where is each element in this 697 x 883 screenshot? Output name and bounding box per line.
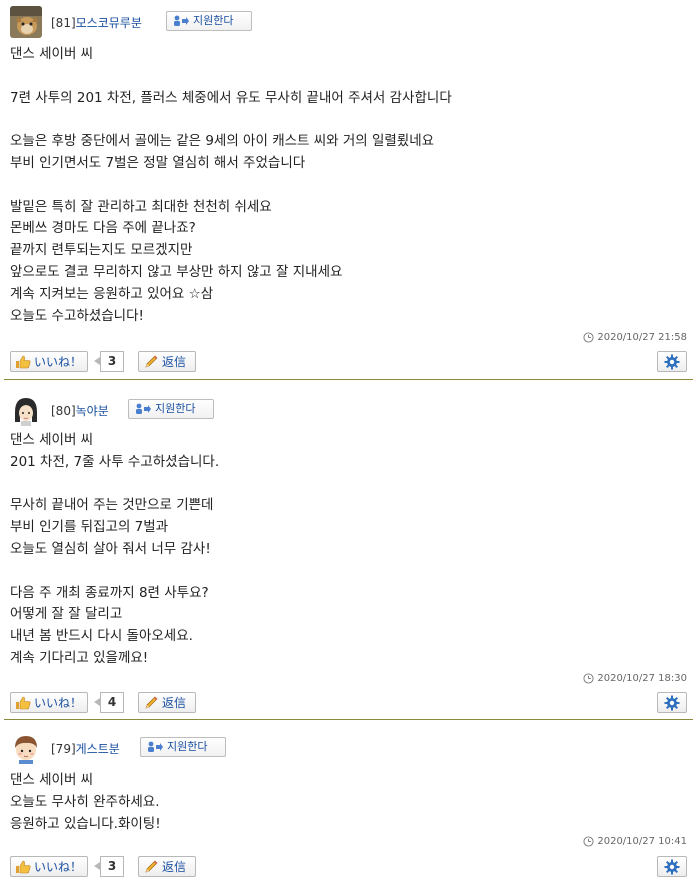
post-actions: いいね！ 4 返信: [10, 692, 687, 714]
author-name[interactable]: 게스트분: [76, 742, 120, 756]
pencil-icon: [145, 696, 158, 709]
like-label: いいね！: [34, 860, 83, 874]
comment-line: [10, 109, 670, 131]
timestamp-text: 2020/10/27 10:41: [597, 836, 687, 847]
clock-icon: [583, 673, 594, 684]
reply-label: 返信: [162, 355, 187, 369]
thumbs-up-icon: [16, 696, 31, 709]
support-button[interactable]: 지원한다: [140, 737, 226, 757]
support-button[interactable]: 지원한다: [166, 11, 252, 31]
comment-line: 다음 주 개최 종료까지 8련 사투요?: [10, 584, 209, 601]
thumbs-up-icon: [16, 355, 31, 368]
author-name[interactable]: 녹야분: [76, 404, 109, 418]
comment-line: 어떻게 잘 잘 달리고: [10, 606, 123, 623]
reply-button[interactable]: 返信: [138, 692, 196, 713]
timestamp-text: 2020/10/27 21:58: [597, 332, 687, 343]
post-number: [81]: [51, 16, 76, 30]
comment-line: 끝까지 련투되는지도 모르겠지만: [10, 242, 193, 259]
support-person-arrow-icon: [174, 15, 189, 26]
reply-button[interactable]: 返信: [138, 856, 196, 877]
gear-icon: [664, 354, 680, 369]
comment-line: [10, 66, 670, 88]
comment-line: 오늘은 후방 중단에서 골에는 같은 9세의 아이 캐스트 씨와 거의 일렬룄네…: [10, 133, 435, 150]
comment-line: [10, 561, 670, 583]
comment-line: 몬베쓰 경마도 다음 주에 끝나죠?: [10, 220, 196, 237]
comment-line: 앞으로도 결코 무리하지 않고 부상만 하지 않고 잘 지내세요: [10, 263, 343, 280]
author-info: [79]게스트분: [51, 740, 120, 757]
post-actions: いいね！ 3 返信: [10, 856, 687, 878]
comment-line: [10, 175, 670, 197]
gear-icon: [664, 695, 680, 710]
settings-button[interactable]: [657, 692, 687, 713]
comment-line: 오늘도 수고하셨습니다!: [10, 307, 144, 324]
avatar[interactable]: [10, 732, 42, 764]
comment-line: 201 차전, 7줄 사투 수고하셨습니다.: [10, 453, 220, 470]
comment-line: 발밑은 특히 잘 관리하고 최대한 천천히 쉬세요: [10, 198, 272, 215]
timestamp: 2020/10/27 18:30: [583, 673, 687, 684]
thumbs-up-icon: [16, 860, 31, 873]
comment-body: 댄스 세이버 씨 7련 사투의 201 차전, 플러스 체중에서 유도 무사히 …: [10, 44, 670, 327]
comment-line: 계속 기다리고 있을께요!: [10, 649, 149, 666]
settings-button[interactable]: [657, 351, 687, 372]
comment-line: 7련 사투의 201 차전, 플러스 체중에서 유도 무사히 끝내어 주셔서 감…: [10, 89, 452, 106]
comment-line: 부비 인기면서도 7벌은 정말 열심히 해서 주었습니다: [10, 154, 306, 171]
comment-line: 댄스 세이버 씨: [10, 46, 94, 62]
support-label: 지원한다: [155, 402, 196, 415]
like-button[interactable]: いいね！: [10, 856, 88, 877]
like-count: 3: [100, 856, 124, 877]
support-person-arrow-icon: [148, 741, 163, 752]
gear-icon: [664, 859, 680, 874]
settings-button[interactable]: [657, 856, 687, 877]
post-actions: いいね！ 3 返信: [10, 351, 687, 373]
like-count: 4: [100, 692, 124, 713]
reply-label: 返信: [162, 696, 187, 710]
support-person-arrow-icon: [136, 403, 151, 414]
like-button[interactable]: いいね！: [10, 351, 88, 372]
reply-label: 返信: [162, 860, 187, 874]
comment-line: 오늘도 무사히 완주하세요.: [10, 793, 160, 810]
author-info: [81]모스코뮤루분: [51, 14, 142, 31]
support-button[interactable]: 지원한다: [128, 399, 214, 419]
pencil-icon: [145, 860, 158, 873]
timestamp-text: 2020/10/27 18:30: [597, 673, 687, 684]
post-divider: [4, 379, 693, 380]
comment-line: 응원하고 있습니다.화이팅!: [10, 815, 161, 832]
like-button[interactable]: いいね！: [10, 692, 88, 713]
timestamp: 2020/10/27 21:58: [583, 332, 687, 343]
clock-icon: [583, 332, 594, 343]
comment-line: 댄스 세이버 씨: [10, 772, 94, 788]
clock-icon: [583, 836, 594, 847]
post-divider: [4, 719, 693, 720]
avatar[interactable]: [10, 6, 42, 38]
comment-line: [10, 474, 670, 496]
support-label: 지원한다: [193, 14, 234, 27]
comment-body: 댄스 세이버 씨 201 차전, 7줄 사투 수고하셨습니다. 무사히 끝내어 …: [10, 430, 670, 670]
comment-line: 내년 봄 반드시 다시 돌아오세요.: [10, 628, 193, 645]
support-label: 지원한다: [167, 740, 208, 753]
like-label: いいね！: [34, 355, 83, 369]
reply-button[interactable]: 返信: [138, 351, 196, 372]
author-info: [80]녹야분: [51, 402, 109, 419]
author-name[interactable]: 모스코뮤루분: [76, 16, 142, 30]
post-number: [80]: [51, 404, 76, 418]
comment-line: 부비 인기를 뒤집고의 7벌과: [10, 519, 169, 536]
like-count: 3: [100, 351, 124, 372]
comment-line: 계속 지켜보는 응원하고 있어요 ☆삼: [10, 285, 214, 302]
avatar[interactable]: [10, 394, 42, 426]
like-label: いいね！: [34, 696, 83, 710]
comment-line: 무사히 끝내어 주는 것만으로 기쁜데: [10, 497, 214, 514]
pencil-icon: [145, 355, 158, 368]
comment-line: 오늘도 열심히 살아 줘서 너무 감사!: [10, 540, 211, 557]
post-number: [79]: [51, 742, 76, 756]
comment-body: 댄스 세이버 씨 오늘도 무사히 완주하세요. 응원하고 있습니다.화이팅!: [10, 770, 670, 835]
comment-line: 댄스 세이버 씨: [10, 432, 94, 448]
timestamp: 2020/10/27 10:41: [583, 836, 687, 847]
